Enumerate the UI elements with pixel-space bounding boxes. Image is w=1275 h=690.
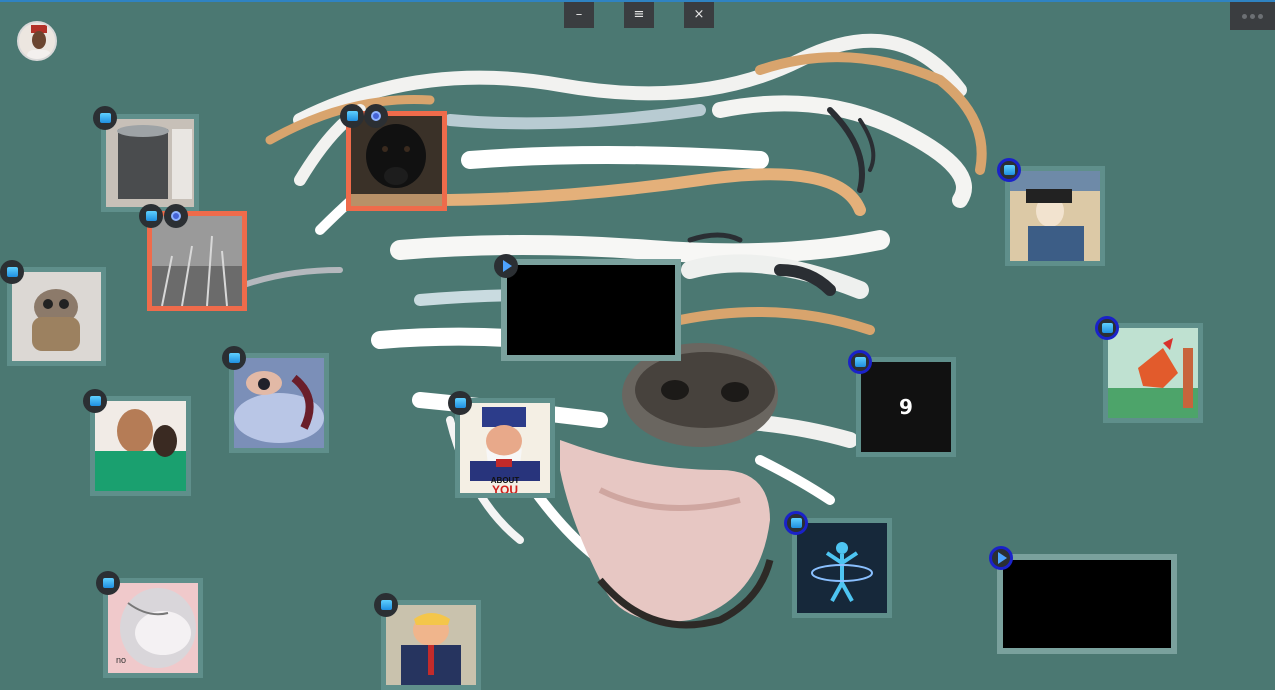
card-type-image-icon [1095, 316, 1119, 340]
card-type-image-icon [0, 260, 24, 284]
card-type-image-icon [448, 391, 472, 415]
image-card-trash-can[interactable] [101, 114, 199, 212]
collaborator-icon [364, 104, 388, 128]
image-card-cat-costume[interactable] [7, 267, 106, 366]
card-type-image-icon [374, 593, 398, 617]
video-card-1[interactable] [501, 259, 681, 361]
card-type-image-icon [222, 346, 246, 370]
card-type-image-icon [83, 389, 107, 413]
card-type-image-icon [784, 511, 808, 535]
uncle-sam-image: ABOUT YOU [460, 403, 550, 493]
image-card-hula-hoop-figure[interactable] [792, 518, 892, 618]
bugs-bunny-image: no [108, 583, 198, 673]
cartoon-trump-image [386, 605, 476, 685]
card-type-image-icon [139, 204, 163, 228]
eye-closeup-image [234, 358, 324, 448]
woman-smiling-image [95, 401, 186, 491]
image-card-grass-selected[interactable] [147, 211, 247, 311]
image-card-cartoon-trump[interactable] [381, 600, 481, 690]
meme-caption-you: YOU [491, 483, 518, 493]
video-player-screen[interactable] [1003, 560, 1171, 648]
card-type-image-icon [997, 158, 1021, 182]
trash-can-image [106, 119, 194, 207]
image-card-eye-closeup[interactable] [229, 353, 329, 453]
image-card-uncle-sam-meme[interactable]: ABOUT YOU [455, 398, 555, 498]
image-card-woman-smiling[interactable] [90, 396, 191, 496]
image-card-black-dog-selected[interactable] [346, 111, 447, 211]
image-card-9gag-logo[interactable]: 9 [856, 357, 956, 457]
play-icon[interactable] [989, 546, 1013, 570]
image-card-bugs-bunny[interactable]: no [103, 578, 203, 678]
grass-image [152, 216, 242, 306]
cat-costume-image [12, 272, 101, 361]
hula-hoop-image [797, 523, 887, 613]
collaborator-icon [164, 204, 188, 228]
japanese-print-image [1010, 171, 1100, 261]
image-card-japanese-print[interactable] [1005, 166, 1105, 266]
card-type-image-icon [340, 104, 364, 128]
video-card-2[interactable] [997, 554, 1177, 654]
black-dog-image [351, 116, 442, 206]
card-type-image-icon [93, 106, 117, 130]
card-type-image-icon [848, 350, 872, 374]
card-type-image-icon [96, 571, 120, 595]
play-icon[interactable] [494, 254, 518, 278]
bugs-caption: no [116, 655, 127, 665]
nine-gag-logo: 9 [861, 362, 951, 452]
video-player-screen[interactable] [507, 265, 675, 355]
chicken-illustration-image [1108, 328, 1198, 418]
image-card-chicken-illustration[interactable] [1103, 323, 1203, 423]
